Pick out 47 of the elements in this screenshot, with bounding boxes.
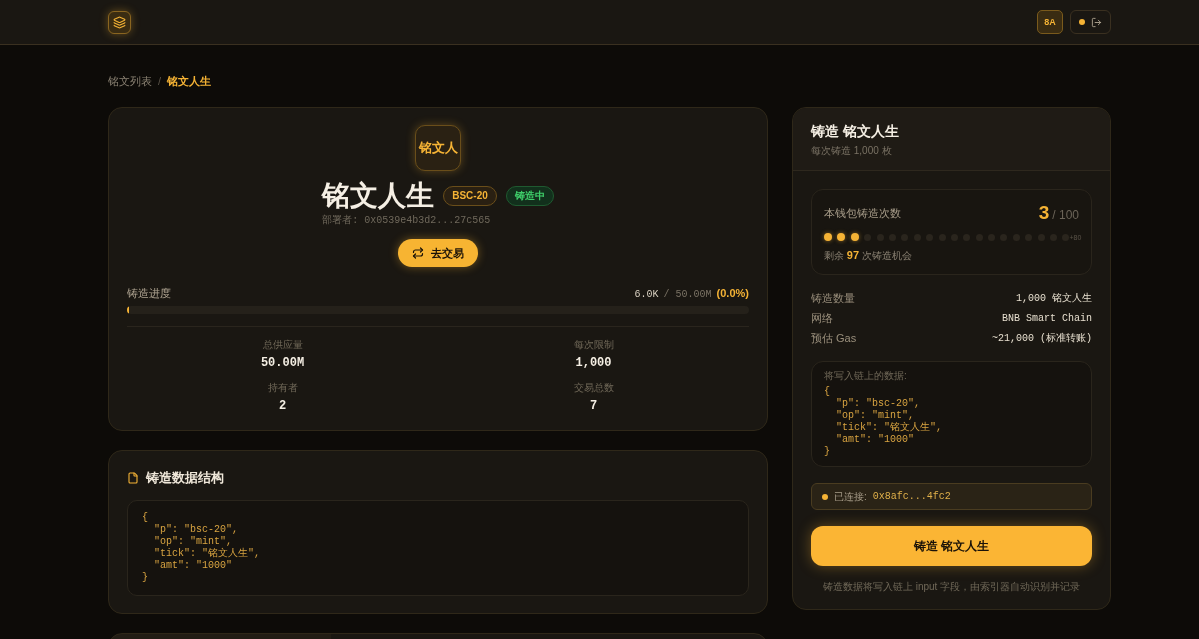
status-dot-icon: [1079, 19, 1085, 25]
stat-value: 50.00M: [260, 355, 305, 371]
mint-limit: / 100: [1052, 208, 1079, 222]
payload-code: { "p": "bsc-20", "op": "mint", "tick": "铭文人生", "amt": "1000" }: [824, 386, 943, 458]
progress-percent: (0.0%): [716, 286, 749, 299]
stat-label: 总供应量: [262, 338, 303, 351]
layers-icon[interactable]: [108, 10, 131, 34]
logout-icon: [1091, 16, 1102, 28]
mint-count: 3: [1038, 202, 1050, 224]
stat-value: 1,000: [575, 355, 612, 371]
stat-label: 交易总数: [573, 381, 614, 394]
minted-amount: 6.0K: [634, 288, 659, 300]
repeat-icon: [412, 247, 424, 259]
detail-value: BNB Smart Chain: [1002, 312, 1092, 324]
mint-button[interactable]: 铸造 铭文人生: [811, 526, 1092, 566]
standard-badge: BSC-20: [443, 186, 497, 206]
status-badge: 铸造中: [505, 186, 554, 206]
wallet-mints-label: 本钱包铸造次数: [824, 205, 901, 221]
total-supply: / 50.00M: [663, 288, 712, 300]
payload-label: 将写入链上的数据:: [824, 369, 908, 382]
breadcrumb-current[interactable]: 铭文人生: [167, 74, 212, 88]
breadcrumb-link[interactable]: 铭文列表: [108, 74, 152, 88]
progress-label: 铸造进度: [127, 285, 171, 301]
stat-label: 持有者: [267, 381, 298, 394]
file-icon: [127, 472, 139, 484]
stat-value: 2: [278, 398, 287, 414]
wallet-address: 0x8afc...4fc2: [872, 491, 951, 502]
panel-title: 铸造 铭文人生: [811, 122, 900, 140]
connection-label: 已连接:: [834, 489, 867, 504]
breadcrumb-separator: /: [158, 74, 162, 88]
token-logo: 铭文人: [415, 125, 461, 171]
detail-label: 铸造数量: [811, 290, 855, 306]
account-button[interactable]: 8A: [1037, 10, 1063, 34]
section-title: 铸造数据结构: [146, 470, 224, 486]
detail-value: 1,000 铭文人生: [1016, 292, 1092, 305]
stat-value: 7: [589, 398, 598, 414]
token-name: 铭文人生: [322, 180, 435, 212]
code-block: { "p": "bsc-20", "op": "mint", "tick": "铭文人生", "amt": "1000" }: [127, 500, 749, 596]
trade-button[interactable]: 去交易: [398, 239, 478, 267]
stat-label: 每次限制: [573, 338, 614, 351]
detail-label: 网络: [811, 310, 833, 326]
detail-label: 预估 Gas: [811, 330, 857, 346]
wallet-button[interactable]: [1070, 10, 1111, 34]
remaining-text: 剩余 97 次铸造机会: [824, 249, 913, 262]
panel-subtitle: 每次铸造 1,000 枚: [811, 144, 893, 157]
deployer-address: 部署者: 0x0539e4b3d2...27c565: [322, 214, 491, 227]
detail-value: ~21,000 (标准转账): [992, 332, 1092, 345]
